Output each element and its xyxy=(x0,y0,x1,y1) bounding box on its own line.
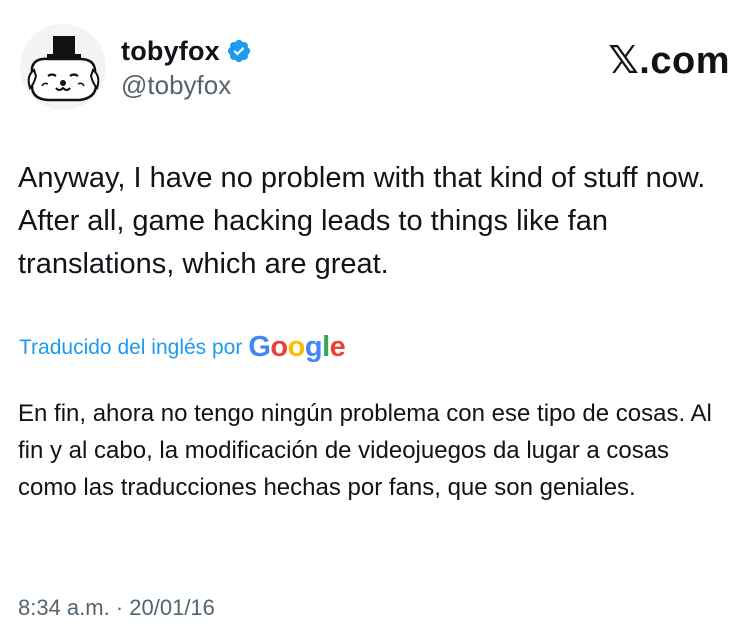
avatar[interactable] xyxy=(20,24,106,110)
google-logo: Google xyxy=(248,331,346,363)
translation-label: Traducido del inglés por xyxy=(19,335,243,359)
display-name-row: tobyfox xyxy=(121,34,252,68)
translated-text: En fin, ahora no tengo ningún problema c… xyxy=(18,400,712,501)
translation-attribution[interactable]: Traducido del inglés por Google xyxy=(19,331,346,363)
x-com-logo: 𝕏.com xyxy=(608,40,730,82)
tweet-timestamp[interactable]: 8:34 a.m. · 20/01/16 xyxy=(18,595,215,621)
author-handle[interactable]: @tobyfox xyxy=(121,70,252,101)
tweet-text: Anyway, I have no problem with that kind… xyxy=(18,162,706,280)
display-name[interactable]: tobyfox xyxy=(121,36,220,67)
author-names: tobyfox @tobyfox xyxy=(121,34,252,101)
dog-with-top-hat-icon xyxy=(20,24,106,110)
tweet-header: tobyfox @tobyfox 𝕏.com xyxy=(20,24,730,114)
verified-badge-icon xyxy=(226,38,252,64)
